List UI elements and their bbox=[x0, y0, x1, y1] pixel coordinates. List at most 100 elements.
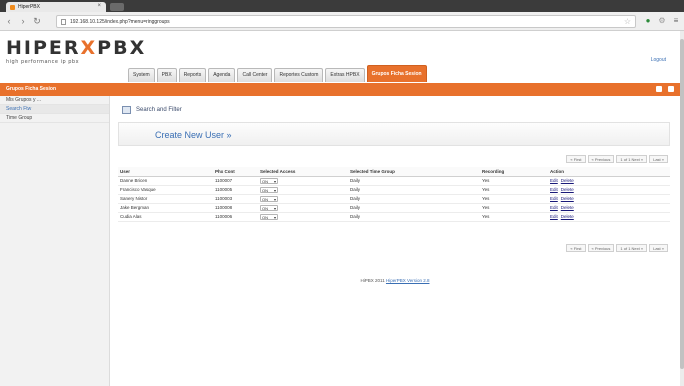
sidebar-item-time-group[interactable]: Time Group bbox=[0, 114, 109, 123]
nav-extras-hpbx[interactable]: Extras HPBX bbox=[325, 68, 365, 82]
page-icon bbox=[61, 19, 66, 25]
pager-prev-button[interactable]: « Previous bbox=[587, 244, 615, 252]
ext-cell: 1100008 bbox=[213, 203, 258, 213]
ext-cell: 1100007 bbox=[213, 176, 258, 186]
pager-first-button[interactable]: « First bbox=[566, 244, 586, 252]
nav-reportes-custom[interactable]: Reportes Custom bbox=[274, 68, 324, 82]
pager-bottom: « First « Previous 1 of 1 Next » Last » bbox=[566, 244, 668, 252]
table-icon bbox=[122, 106, 131, 114]
version-link[interactable]: HiperPBX Version 2.8 bbox=[386, 278, 430, 283]
time-group-cell: Daily bbox=[348, 194, 480, 204]
pager-last-button[interactable]: Last » bbox=[649, 155, 668, 163]
delete-link[interactable]: Delete bbox=[561, 196, 574, 201]
nav-system[interactable]: System bbox=[128, 68, 155, 82]
scrollbar-thumb[interactable] bbox=[680, 39, 684, 369]
time-group-cell: Daily bbox=[348, 203, 480, 213]
column-header: Selected Access bbox=[258, 167, 348, 177]
access-select[interactable]: ON bbox=[260, 186, 278, 193]
table-row: Sanery Nistor 1100003 ON Daily Yes EditD… bbox=[118, 194, 670, 204]
nav-reports[interactable]: Reports bbox=[178, 68, 207, 82]
user-cell: Danne Bricen bbox=[118, 176, 213, 186]
nav-call-center[interactable]: Call Center bbox=[237, 68, 273, 82]
extension-icon[interactable]: ● bbox=[642, 15, 654, 27]
recording-cell: Yes bbox=[480, 185, 548, 195]
recording-cell: Yes bbox=[480, 176, 548, 186]
star-icon[interactable] bbox=[656, 86, 662, 92]
browser-tab[interactable]: HiperPBX × bbox=[6, 2, 106, 12]
browser-toolbar: ‹ › ↻ 192.168.10.125/index.php?menu=ring… bbox=[0, 12, 684, 31]
nav-pbx[interactable]: PBX bbox=[156, 68, 177, 82]
edit-link[interactable]: Edit bbox=[550, 205, 558, 210]
pager-last-button[interactable]: Last » bbox=[649, 244, 668, 252]
reload-icon[interactable]: ↻ bbox=[31, 15, 43, 27]
delete-link[interactable]: Delete bbox=[561, 205, 574, 210]
app-header: HIPERXPBX high performance ip pbx System… bbox=[0, 31, 680, 83]
pager-range[interactable]: 1 of 1 Next » bbox=[616, 155, 648, 163]
time-group-cell: Daily bbox=[348, 185, 480, 195]
ext-cell: 1100003 bbox=[213, 194, 258, 204]
ext-cell: 1100005 bbox=[213, 185, 258, 195]
close-tab-icon[interactable]: × bbox=[97, 3, 101, 9]
delete-link[interactable]: Delete bbox=[561, 187, 574, 192]
recording-cell: Yes bbox=[480, 194, 548, 204]
user-cell: Sanery Nistor bbox=[118, 194, 213, 204]
address-bar[interactable]: 192.168.10.125/index.php?menu=ringgroups… bbox=[56, 15, 636, 28]
create-new-user-link[interactable]: Create New User » bbox=[155, 130, 232, 140]
table-header-row: User Phx Cont Selected Access Selected T… bbox=[118, 167, 670, 177]
column-header: User bbox=[118, 167, 213, 177]
new-tab-button[interactable] bbox=[110, 3, 124, 11]
menu-icon[interactable]: ≡ bbox=[670, 15, 682, 27]
forward-icon[interactable]: › bbox=[17, 15, 29, 27]
top-navigation: System PBX Reports Agenda Call Center Re… bbox=[128, 60, 429, 82]
pager-first-button[interactable]: « First bbox=[566, 155, 586, 163]
footer-text: HiPBX 2011 bbox=[360, 278, 386, 283]
bookmark-star-icon[interactable]: ☆ bbox=[624, 17, 631, 26]
recording-cell: Yes bbox=[480, 212, 548, 222]
delete-link[interactable]: Delete bbox=[561, 178, 574, 183]
pager-prev-button[interactable]: « Previous bbox=[587, 155, 615, 163]
panel-header: Search and Filter bbox=[118, 103, 670, 117]
edit-link[interactable]: Edit bbox=[550, 214, 558, 219]
edit-link[interactable]: Edit bbox=[550, 187, 558, 192]
sidebar-item-groups[interactable]: Mis Grupos y ... bbox=[0, 96, 109, 105]
footer: HiPBX 2011 HiperPBX Version 2.8 bbox=[114, 278, 676, 283]
user-cell: Cudia Alas bbox=[118, 212, 213, 222]
table-row: Jake Bergman 1100008 ON Daily Yes EditDe… bbox=[118, 203, 670, 213]
section-title: Grupos Ficha Sesion bbox=[6, 86, 57, 92]
user-cell: Francisco Vasque bbox=[118, 185, 213, 195]
table-row: Cudia Alas 1100006 ON Daily Yes EditDele… bbox=[118, 212, 670, 222]
create-bar: Create New User » bbox=[118, 122, 670, 146]
browser-tab-title: HiperPBX bbox=[18, 4, 40, 10]
access-select[interactable]: ON bbox=[260, 195, 278, 202]
sidebar: Mis Grupos y ... Search Ftw Time Group bbox=[0, 96, 110, 386]
logo-tagline: high performance ip pbx bbox=[6, 59, 80, 65]
users-table: User Phx Cont Selected Access Selected T… bbox=[118, 167, 670, 222]
table-row: Francisco Vasque 1100005 ON Daily Yes Ed… bbox=[118, 185, 670, 195]
nav-agenda[interactable]: Agenda bbox=[208, 68, 236, 82]
back-icon[interactable]: ‹ bbox=[3, 15, 15, 27]
edit-link[interactable]: Edit bbox=[550, 196, 558, 201]
settings-icon[interactable]: ⚙ bbox=[656, 15, 668, 27]
panel-title: Search and Filter bbox=[136, 107, 182, 113]
favicon-icon bbox=[10, 5, 15, 10]
delete-link[interactable]: Delete bbox=[561, 214, 574, 219]
pager-range[interactable]: 1 of 1 Next » bbox=[616, 244, 648, 252]
column-header: Selected Time Group bbox=[348, 167, 480, 177]
access-select[interactable]: ON bbox=[260, 177, 278, 184]
nav-grupos-ficha[interactable]: Grupos Ficha Sesion bbox=[366, 65, 427, 82]
user-cell: Jake Bergman bbox=[118, 203, 213, 213]
edit-link[interactable]: Edit bbox=[550, 178, 558, 183]
recording-cell: Yes bbox=[480, 203, 548, 213]
address-url: 192.168.10.125/index.php?menu=ringgroups bbox=[70, 19, 170, 25]
help-icon[interactable] bbox=[668, 86, 674, 92]
access-select[interactable]: ON bbox=[260, 204, 278, 211]
access-select[interactable]: ON bbox=[260, 213, 278, 220]
sidebar-item-search[interactable]: Search Ftw bbox=[0, 105, 109, 114]
browser-tab-bar: HiperPBX × bbox=[0, 0, 684, 12]
page-scrollbar[interactable] bbox=[680, 31, 684, 386]
logout-link[interactable]: Logout bbox=[651, 57, 666, 63]
column-header: Phx Cont bbox=[213, 167, 258, 177]
time-group-cell: Daily bbox=[348, 212, 480, 222]
table-row: Danne Bricen 1100007 ON Daily Yes EditDe… bbox=[118, 176, 670, 186]
ext-cell: 1100006 bbox=[213, 212, 258, 222]
